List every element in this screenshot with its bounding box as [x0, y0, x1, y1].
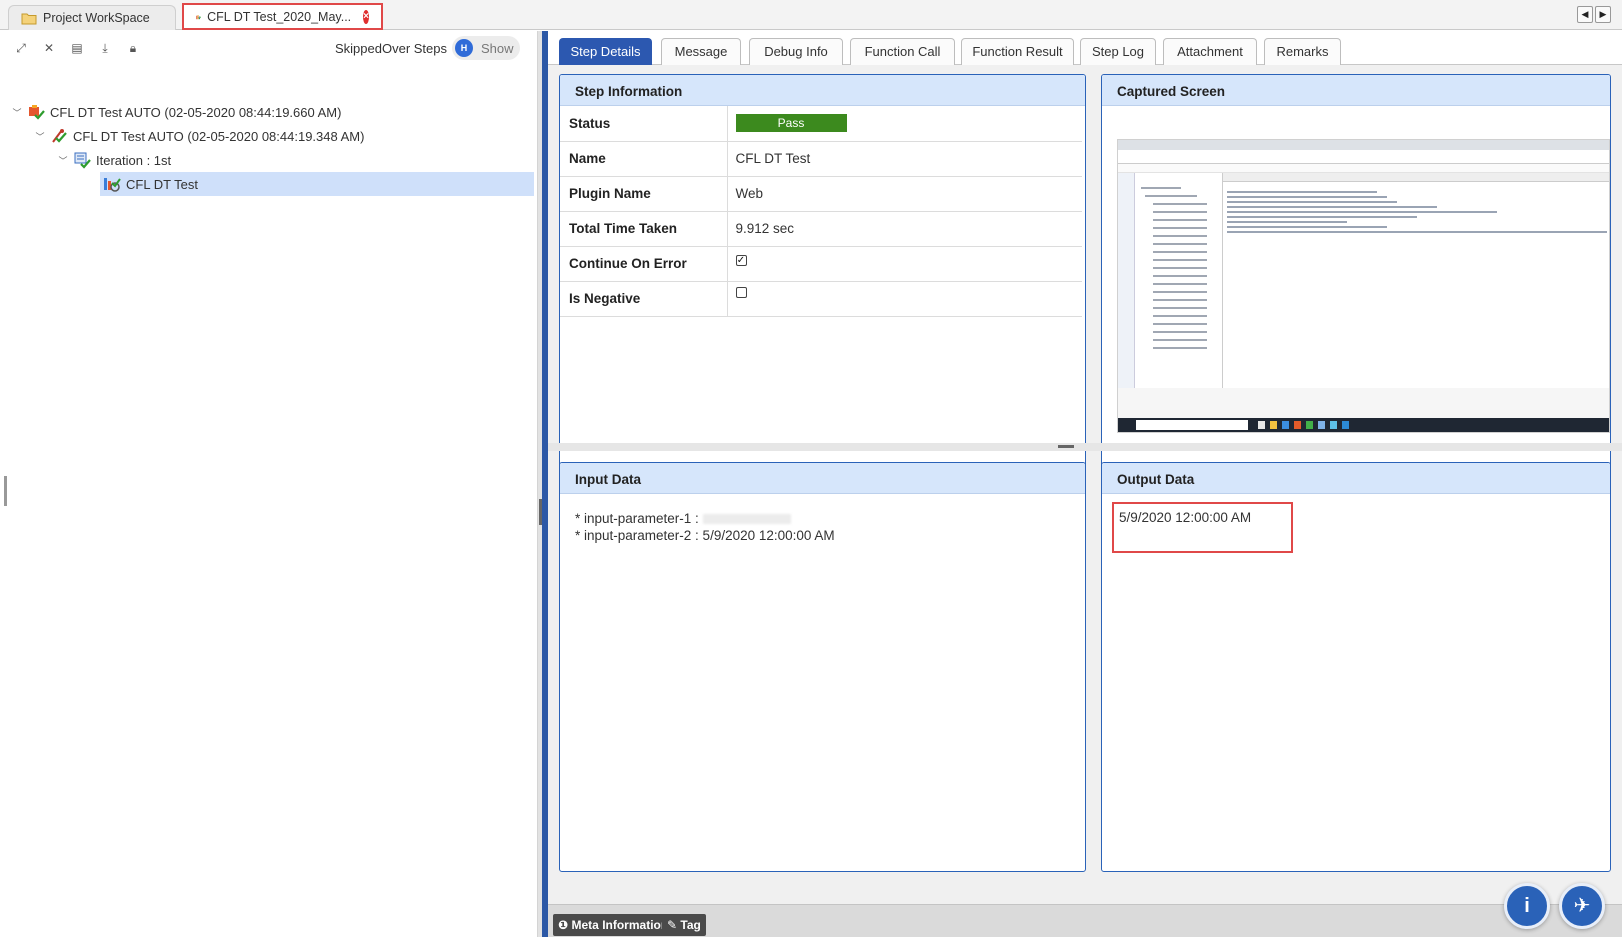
activate-windows-watermark	[1518, 390, 1584, 402]
collapse-all-icon[interactable]: ✕	[40, 39, 58, 57]
download-icon[interactable]: ⤓	[96, 39, 114, 57]
test-report-icon	[196, 14, 202, 19]
captured-screenshot-image[interactable]	[1117, 139, 1610, 433]
table-row: Continue On Error ✓	[560, 246, 1082, 282]
show-skipped-toggle[interactable]: H Show	[452, 36, 520, 60]
lock-icon[interactable]: 🔒︎	[124, 39, 142, 57]
captured-screen-panel: Captured Screen	[1101, 74, 1611, 478]
tag-icon: ✎	[667, 918, 678, 932]
tab-function-call[interactable]: Function Call	[850, 38, 955, 65]
panel-title: Output Data	[1102, 463, 1610, 494]
step-info-table: Status Pass Name CFL DT Test Plugin Name…	[560, 106, 1082, 317]
tree-node-label: CFL DT Test AUTO (02-05-2020 08:44:19.34…	[73, 128, 365, 144]
plugin-value: Web	[727, 176, 1082, 212]
splitter-grip-icon[interactable]	[1058, 445, 1074, 448]
tree-node-testcase[interactable]: ﹀ CFL DT Test AUTO (02-05-2020 08:44:19.…	[33, 124, 364, 148]
chevron-down-icon[interactable]: ﹀	[10, 106, 24, 119]
chevron-down-icon[interactable]: ﹀	[33, 130, 47, 143]
quick-action-fab-button[interactable]: ✈	[1559, 883, 1605, 929]
input-parameter-1-label: * input-parameter-1 :	[575, 511, 699, 526]
tab-test-report[interactable]: CFL DT Test_2020_May... ×	[182, 3, 383, 30]
tab-attachment[interactable]: Attachment	[1163, 38, 1257, 65]
meta-information-label: Meta Information	[571, 918, 669, 932]
toggle-knob-icon: H	[455, 39, 473, 57]
tree-node-iteration[interactable]: ﹀ Iteration : 1st	[56, 148, 171, 172]
scroll-tabs-left-button[interactable]: ◀	[1577, 6, 1593, 23]
testcase-pass-icon	[52, 129, 67, 143]
input-parameter-1: * input-parameter-1 :	[575, 510, 835, 527]
tab-label: Project WorkSpace	[43, 11, 150, 25]
table-row: Name CFL DT Test	[560, 141, 1082, 177]
info-fab-button[interactable]: i	[1504, 883, 1550, 929]
panel-title: Step Information	[560, 75, 1085, 106]
time-value: 9.912 sec	[727, 211, 1082, 247]
bottom-bar: ❶ Meta Information ✎ Tag	[548, 904, 1622, 937]
input-data-panel: Input Data * input-parameter-1 : * input…	[559, 462, 1086, 872]
tree-node-label: CFL DT Test	[126, 176, 199, 192]
toggle-label: Show	[481, 40, 514, 56]
name-label: Name	[560, 141, 728, 177]
chevron-down-icon[interactable]: ﹀	[56, 154, 70, 167]
redacted-value	[702, 514, 791, 525]
output-value: 5/9/2020 12:00:00 AM	[1112, 502, 1293, 553]
table-row: Status Pass	[560, 106, 1082, 142]
tree-node-label: Iteration : 1st	[96, 152, 172, 168]
meta-information-button[interactable]: ❶ Meta Information	[553, 914, 674, 936]
iteration-icon	[74, 152, 91, 169]
step-icon	[104, 178, 121, 192]
skipped-steps-label: SkippedOver Steps	[335, 41, 448, 56]
workspace-tab-strip: Project WorkSpace CFL DT Test_2020_May..…	[0, 0, 1622, 30]
is-negative-checkbox	[735, 287, 747, 298]
continue-on-error-label: Continue On Error	[560, 246, 728, 282]
step-information-panel: Step Information Status Pass Name CFL DT…	[559, 74, 1086, 478]
is-negative-label: Is Negative	[560, 281, 728, 317]
suite-pass-icon	[29, 105, 45, 120]
status-label: Status	[560, 106, 728, 142]
table-row: Total Time Taken 9.912 sec	[560, 211, 1082, 247]
panel-title: Input Data	[560, 463, 1085, 494]
panel-title: Captured Screen	[1102, 75, 1610, 106]
tab-function-result[interactable]: Function Result	[961, 38, 1074, 65]
tab-label: CFL DT Test_2020_May...	[207, 9, 352, 24]
tab-remarks[interactable]: Remarks	[1264, 38, 1341, 65]
input-parameters: * input-parameter-1 : * input-parameter-…	[575, 510, 835, 544]
tab-step-details[interactable]: Step Details	[559, 38, 652, 65]
airplane-icon: ✈	[1573, 895, 1591, 917]
left-resize-handle[interactable]	[4, 476, 7, 506]
output-data-panel: Output Data 5/9/2020 12:00:00 AM	[1101, 462, 1611, 872]
table-row: Plugin Name Web	[560, 176, 1082, 212]
name-value: CFL DT Test	[727, 141, 1082, 177]
expand-all-icon[interactable]: ⤢	[12, 39, 30, 57]
step-detail-pane: Step Details Message Debug Info Function…	[548, 31, 1622, 937]
tree-node-label: CFL DT Test AUTO (02-05-2020 08:44:19.66…	[50, 104, 342, 120]
tab-message[interactable]: Message	[661, 38, 741, 65]
export-icon[interactable]: ▤	[68, 39, 86, 57]
status-badge: Pass	[735, 114, 847, 133]
tree-node-suite[interactable]: ﹀ CFL DT Test AUTO (02-05-2020 08:44:19.…	[10, 100, 341, 124]
folder-icon	[21, 13, 37, 24]
plugin-label: Plugin Name	[560, 176, 728, 212]
horizontal-splitter[interactable]	[548, 443, 1622, 451]
input-parameter-2: * input-parameter-2 : 5/9/2020 12:00:00 …	[575, 528, 835, 543]
info-circle-icon: ❶	[558, 918, 569, 932]
scroll-tabs-right-button[interactable]: ▶	[1595, 6, 1611, 23]
detail-tab-bar: Step Details Message Debug Info Function…	[548, 31, 1622, 65]
close-tab-icon[interactable]: ×	[363, 9, 369, 24]
tab-project-workspace[interactable]: Project WorkSpace	[8, 5, 176, 30]
tab-debug-info[interactable]: Debug Info	[749, 38, 843, 65]
execution-tree-pane: ⤢ ✕ ▤ ⤓ 🔒︎ SkippedOver Steps H Show ﹀ CF…	[4, 31, 538, 937]
info-icon: i	[1524, 895, 1530, 917]
table-row: Is Negative	[560, 281, 1082, 317]
tag-button[interactable]: ✎ Tag	[662, 914, 706, 936]
continue-on-error-checkbox: ✓	[735, 255, 747, 266]
tab-step-log[interactable]: Step Log	[1080, 38, 1156, 65]
time-label: Total Time Taken	[560, 211, 728, 247]
tag-label: Tag	[680, 918, 701, 932]
tree-node-step[interactable]: CFL DT Test	[100, 172, 534, 196]
